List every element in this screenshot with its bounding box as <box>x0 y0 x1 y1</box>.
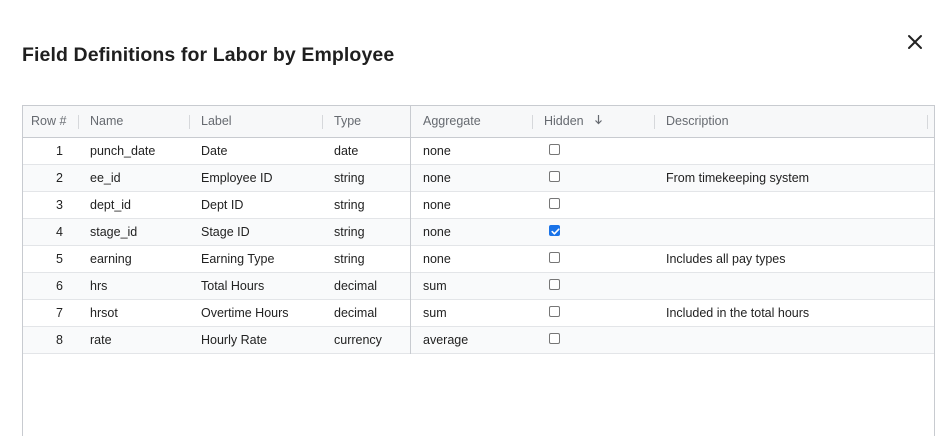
hidden-checkbox[interactable] <box>549 171 560 182</box>
column-header-aggregate[interactable]: Aggregate <box>423 106 481 137</box>
column-resize-handle[interactable] <box>322 115 323 129</box>
field-definitions-grid: Row # Name Label Type Aggregate Hidden D… <box>22 105 935 436</box>
hidden-checkbox[interactable] <box>549 306 560 317</box>
table-row[interactable]: 1 punch_date Date date none <box>23 138 934 165</box>
cell-type: string <box>334 252 365 266</box>
column-resize-handle[interactable] <box>532 115 533 129</box>
cell-row-number: 8 <box>56 333 63 347</box>
cell-type: currency <box>334 333 382 347</box>
cell-name: dept_id <box>90 198 132 212</box>
dialog-title: Field Definitions for Labor by Employee <box>22 44 395 66</box>
table-row[interactable]: 7 hrsot Overtime Hours decimal sum Included i… <box>23 300 934 327</box>
cell-aggregate: none <box>423 252 451 266</box>
cell-row-number: 1 <box>56 144 63 158</box>
column-header-hidden[interactable]: Hidden <box>544 106 603 137</box>
pinned-column-divider <box>410 106 411 354</box>
close-icon[interactable] <box>903 30 927 54</box>
column-resize-handle[interactable] <box>927 115 928 129</box>
grid-header: Row # Name Label Type Aggregate Hidden D… <box>23 106 934 138</box>
cell-name: stage_id <box>90 225 138 239</box>
cell-label: Stage ID <box>201 225 250 239</box>
cell-aggregate: none <box>423 225 451 239</box>
column-header-row-number[interactable]: Row # <box>31 106 66 137</box>
cell-label: Earning Type <box>201 252 275 266</box>
hidden-checkbox[interactable] <box>549 144 560 155</box>
cell-name: rate <box>90 333 112 347</box>
cell-description: Included in the total hours <box>666 306 810 320</box>
field-definitions-dialog: Field Definitions for Labor by Employee … <box>0 0 949 436</box>
table-row[interactable]: 2 ee_id Employee ID string none From timekeep… <box>23 165 934 192</box>
cell-type: date <box>334 144 359 158</box>
cell-description: Includes all pay types <box>666 252 786 266</box>
cell-label: Date <box>201 144 228 158</box>
arrow-down-icon <box>594 106 603 137</box>
column-resize-handle[interactable] <box>654 115 655 129</box>
table-row[interactable]: 6 hrs Total Hours decimal sum <box>23 273 934 300</box>
cell-type: string <box>334 198 365 212</box>
cell-label: Hourly Rate <box>201 333 267 347</box>
cell-aggregate: sum <box>423 279 447 293</box>
column-header-label[interactable]: Label <box>201 106 232 137</box>
table-row[interactable]: 5 earning Earning Type string none Includes a… <box>23 246 934 273</box>
hidden-checkbox[interactable] <box>549 333 560 344</box>
cell-label: Total Hours <box>201 279 265 293</box>
cell-label: Employee ID <box>201 171 273 185</box>
cell-row-number: 2 <box>56 171 63 185</box>
column-header-type[interactable]: Type <box>334 106 361 137</box>
cell-name: earning <box>90 252 132 266</box>
column-header-description[interactable]: Description <box>666 106 729 137</box>
cell-aggregate: sum <box>423 306 447 320</box>
cell-type: decimal <box>334 306 378 320</box>
column-resize-handle[interactable] <box>78 115 79 129</box>
cell-name: ee_id <box>90 171 121 185</box>
cell-label: Dept ID <box>201 198 244 212</box>
cell-type: string <box>334 171 365 185</box>
hidden-checkbox[interactable] <box>549 225 560 236</box>
column-resize-handle[interactable] <box>189 115 190 129</box>
cell-type: string <box>334 225 365 239</box>
hidden-checkbox[interactable] <box>549 279 560 290</box>
cell-name: hrsot <box>90 306 118 320</box>
cell-aggregate: average <box>423 333 469 347</box>
cell-name: punch_date <box>90 144 156 158</box>
cell-row-number: 5 <box>56 252 63 266</box>
cell-aggregate: none <box>423 198 451 212</box>
cell-row-number: 3 <box>56 198 63 212</box>
cell-type: decimal <box>334 279 378 293</box>
cell-row-number: 6 <box>56 279 63 293</box>
table-row[interactable]: 4 stage_id Stage ID string none <box>23 219 934 246</box>
cell-row-number: 4 <box>56 225 63 239</box>
table-row[interactable]: 8 rate Hourly Rate currency average <box>23 327 934 354</box>
column-header-hidden-label: Hidden <box>544 114 584 128</box>
cell-aggregate: none <box>423 171 451 185</box>
hidden-checkbox[interactable] <box>549 252 560 263</box>
table-row[interactable]: 3 dept_id Dept ID string none <box>23 192 934 219</box>
cell-label: Overtime Hours <box>201 306 289 320</box>
cell-description: From timekeeping system <box>666 171 810 185</box>
cell-aggregate: none <box>423 144 451 158</box>
cell-row-number: 7 <box>56 306 63 320</box>
cell-name: hrs <box>90 279 108 293</box>
column-header-name[interactable]: Name <box>90 106 123 137</box>
hidden-checkbox[interactable] <box>549 198 560 209</box>
